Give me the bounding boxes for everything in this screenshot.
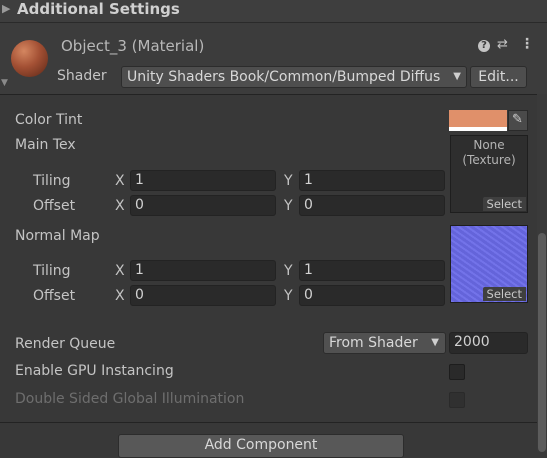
scrollbar-thumb[interactable] [538,233,546,452]
normal-map-offset-x-field[interactable]: 0 [130,285,276,306]
normal-map-tiling-x-field[interactable]: 1 [130,260,276,281]
divider [0,422,547,423]
normal-map-tiling-y-axis: Y [284,263,293,279]
color-tint-label: Color Tint [15,112,83,128]
main-tex-offset-y-axis: Y [284,198,293,214]
texture-type: (Texture) [462,153,516,167]
alpha-bar [449,127,507,131]
eyedropper-button[interactable]: ✎ [508,110,528,131]
main-tex-slot[interactable]: None (Texture) Select [450,135,528,213]
normal-map-offset-y-axis: Y [284,288,293,304]
main-tex-tiling-y-field[interactable]: 1 [299,170,445,191]
add-component-button[interactable]: Add Component [118,434,404,458]
normal-map-offset-x-axis: X [115,288,125,304]
render-queue-label: Render Queue [15,336,116,352]
gpu-instancing-label: Enable GPU Instancing [15,363,174,379]
material-name: Object_3 (Material) [61,37,205,55]
normal-map-select-button[interactable]: Select [482,287,526,301]
main-tex-label: Main Tex [15,137,76,153]
normal-map-offset-label: Offset [33,288,76,304]
normal-map-tiling-x-axis: X [115,263,125,279]
chevron-down-icon: ▼ [453,71,461,82]
normal-map-tiling-label: Tiling [33,263,71,279]
texture-none: None [473,138,505,152]
main-tex-offset-x-axis: X [115,198,125,214]
normal-map-offset-y-field[interactable]: 0 [299,285,445,306]
normal-map-slot[interactable]: Select [450,225,528,303]
main-tex-tiling-x-axis: X [115,173,125,189]
preset-icon[interactable]: ⇄ [497,37,508,52]
edit-label: Edit... [478,69,519,85]
render-queue-dropdown-value: From Shader [329,335,418,351]
main-tex-offset-label: Offset [33,198,76,214]
material-preview-sphere[interactable] [11,40,48,77]
normal-map-tiling-y-field[interactable]: 1 [299,260,445,281]
add-component-label: Add Component [204,437,318,453]
foldout-arrow-icon[interactable]: ▶ [2,2,10,15]
material-header: ▼ Object_3 (Material) ? ⇄ ⋮ Shader Unity… [0,23,547,95]
main-tex-tiling-y-axis: Y [284,173,293,189]
scrollbar-track[interactable] [537,94,547,452]
shader-label: Shader [57,68,107,84]
material-foldout-icon[interactable]: ▼ [1,78,8,88]
render-queue-value-field[interactable]: 2000 [449,332,528,354]
main-tex-offset-x-field[interactable]: 0 [130,195,276,216]
help-icon[interactable]: ? [478,40,490,52]
normal-map-label: Normal Map [15,228,100,244]
shader-value: Unity Shaders Book/Common/Bumped Diffus [127,69,441,85]
double-sided-gi-checkbox [449,392,465,408]
edit-shader-button[interactable]: Edit... [470,66,527,88]
double-sided-gi-label: Double Sided Global Illumination [15,391,245,407]
more-options-icon[interactable]: ⋮ [520,36,534,52]
section-title: Additional Settings [17,0,180,18]
eyedropper-icon: ✎ [512,112,523,127]
shader-dropdown[interactable]: Unity Shaders Book/Common/Bumped Diffus … [121,66,467,88]
main-tex-tiling-label: Tiling [33,173,71,189]
gpu-instancing-checkbox[interactable] [449,364,465,380]
color-swatch [449,110,507,127]
main-tex-select-button[interactable]: Select [482,197,526,211]
texture-none-text: None (Texture) [451,138,527,168]
main-tex-offset-y-field[interactable]: 0 [299,195,445,216]
color-tint-field[interactable] [449,110,507,131]
additional-settings-header[interactable]: ▶ Additional Settings [0,0,547,23]
render-queue-dropdown[interactable]: From Shader ▼ [323,332,446,354]
main-tex-tiling-x-field[interactable]: 1 [130,170,276,191]
chevron-down-icon: ▼ [431,337,439,348]
